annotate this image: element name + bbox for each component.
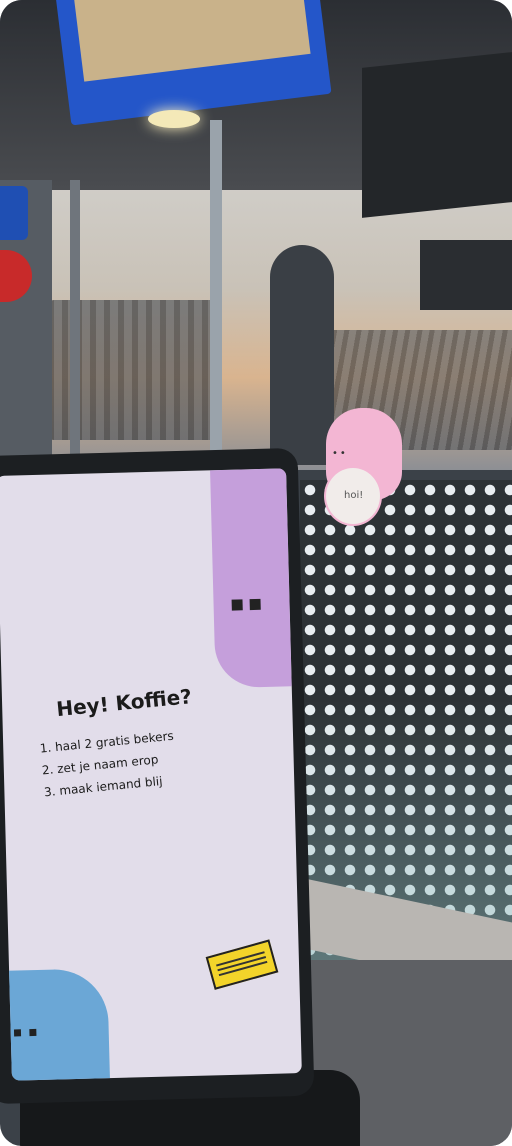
photo-frame: •• hoi! ▪▪ Hey! Koffie? 1. haal 2 gratis… (0, 0, 512, 1146)
speech-bubble-text: hoi! (344, 490, 364, 501)
blue-character-eyes: ▪▪ (12, 1023, 44, 1041)
platform-arch (270, 245, 334, 465)
coffee-poster: ▪▪ Hey! Koffie? 1. haal 2 gratis bekers … (0, 468, 302, 1081)
yellow-sticker-label (205, 939, 279, 990)
purple-character-eyes: ▪▪ (229, 590, 266, 617)
sticker-eyes: •• (332, 448, 348, 459)
blue-station-sign (0, 186, 28, 240)
ceiling-lamp (148, 110, 200, 128)
poster-headline: Hey! Koffie? (55, 684, 193, 722)
departure-board (420, 240, 512, 310)
window-frame-post (70, 180, 80, 470)
poster-steps: 1. haal 2 gratis bekers 2. zet je naam e… (39, 725, 179, 804)
purple-character-shape (210, 468, 292, 689)
roof-overhang (362, 52, 512, 218)
window-frame-pillar (210, 120, 222, 460)
info-screen-display (73, 0, 311, 82)
